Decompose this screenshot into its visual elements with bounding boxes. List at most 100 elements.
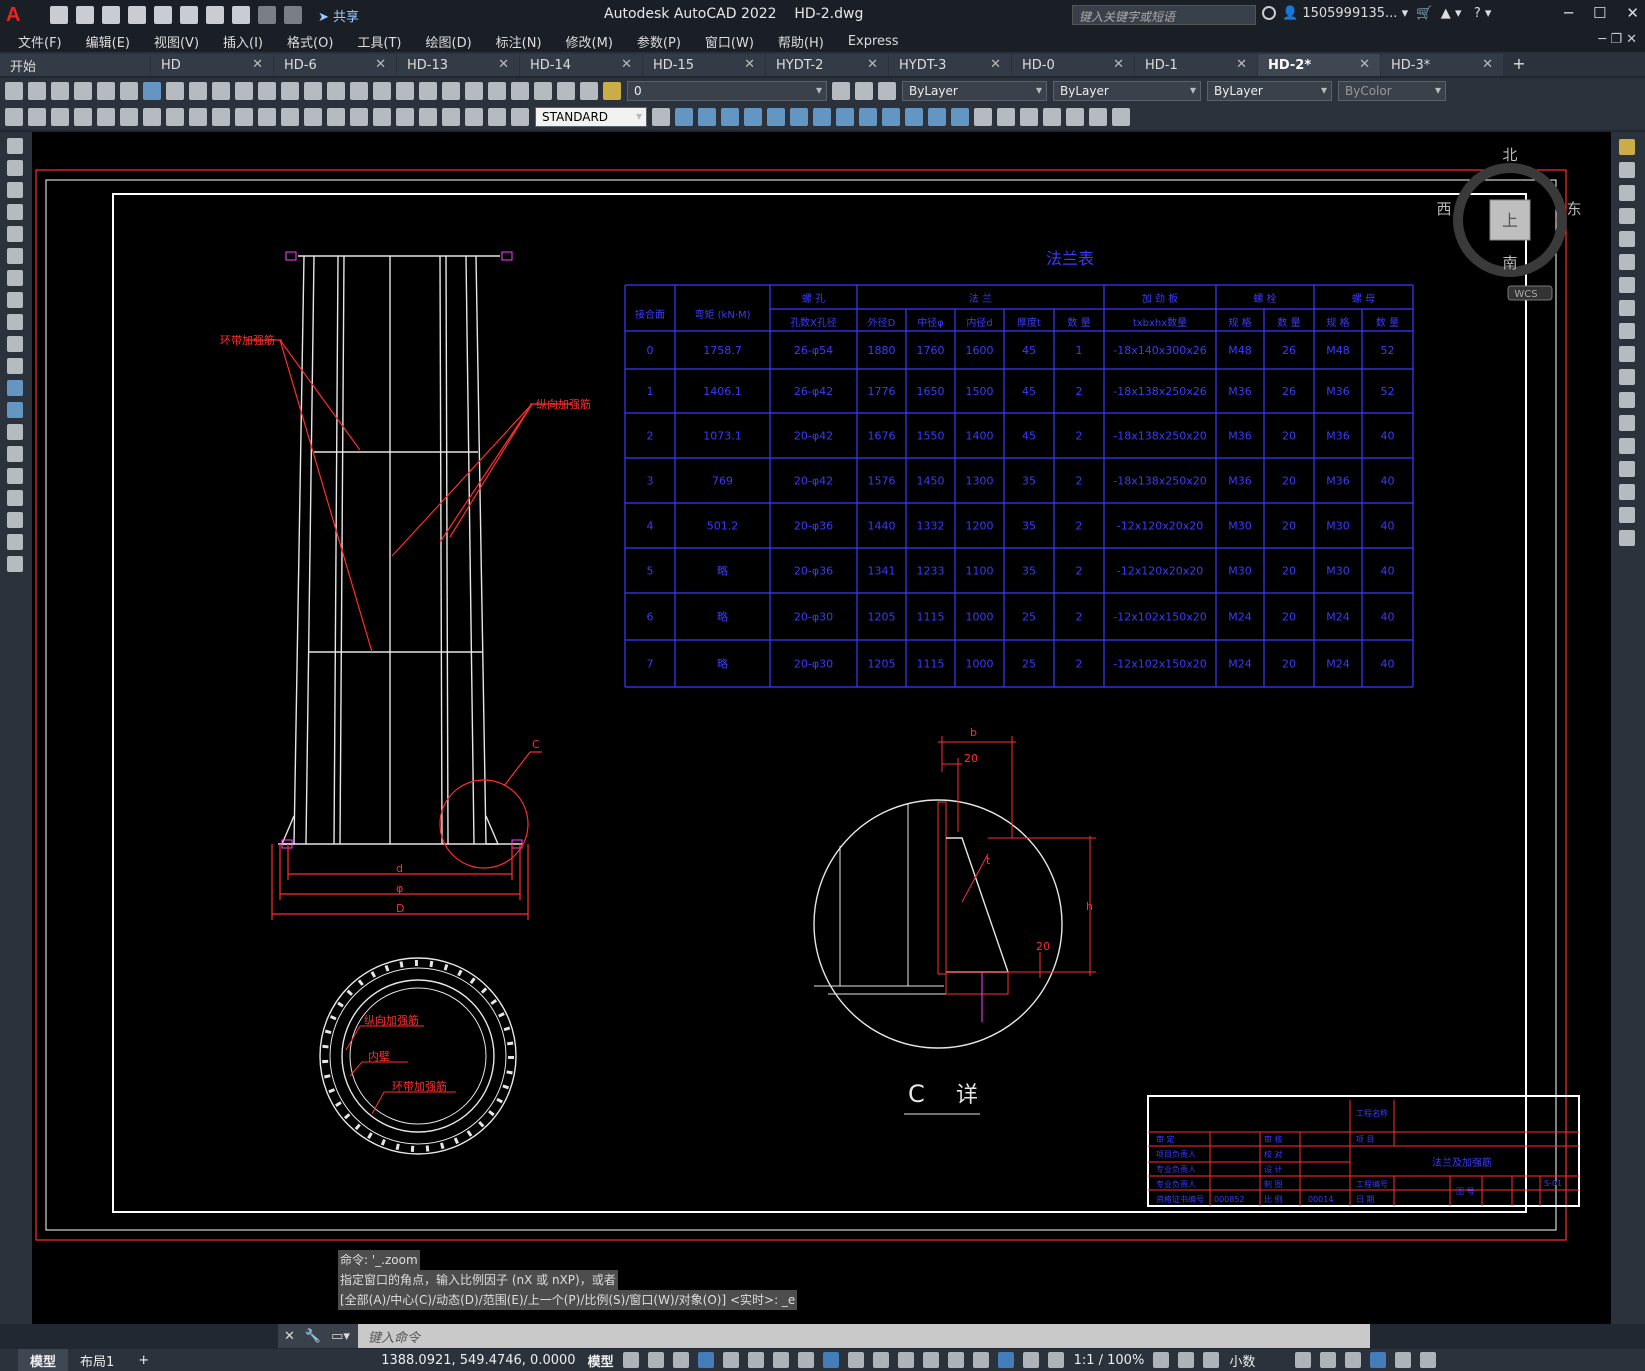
make-current-icon[interactable] xyxy=(832,82,850,100)
slice-icon[interactable] xyxy=(974,108,992,126)
tab-hd-15[interactable]: HD-15 ✕ xyxy=(643,54,765,76)
layer-dropdown[interactable]: 0 xyxy=(627,81,827,101)
zoom-realtime-icon[interactable] xyxy=(350,82,368,100)
publish-icon[interactable] xyxy=(120,82,138,100)
revolve-icon[interactable] xyxy=(836,108,854,126)
close-icon[interactable]: ✕ xyxy=(990,57,1001,72)
dimension-space-icon[interactable] xyxy=(327,108,345,126)
markup-icon[interactable] xyxy=(511,82,529,100)
rotate-icon[interactable] xyxy=(1619,277,1635,293)
union-icon[interactable] xyxy=(905,108,923,126)
customization-icon[interactable] xyxy=(1420,1352,1437,1368)
copy-object-icon[interactable] xyxy=(1619,162,1635,178)
dimension-style-icon[interactable] xyxy=(652,108,670,126)
search-icon[interactable] xyxy=(1262,6,1276,20)
diameter-dimension-icon[interactable] xyxy=(212,108,230,126)
menu-tools[interactable]: 工具(T) xyxy=(357,32,401,51)
3d-cylinder-icon[interactable] xyxy=(767,108,785,126)
menu-dimension[interactable]: 标注(N) xyxy=(496,32,542,51)
dimension-text-edit-icon[interactable] xyxy=(488,108,506,126)
save-as-icon[interactable] xyxy=(128,6,146,24)
break-icon[interactable] xyxy=(1619,415,1635,431)
offset-icon[interactable] xyxy=(1619,208,1635,224)
menu-window[interactable]: 窗口(W) xyxy=(705,32,754,51)
transparency-icon[interactable] xyxy=(872,1352,889,1368)
save-icon[interactable] xyxy=(102,6,120,24)
properties-icon[interactable] xyxy=(419,82,437,100)
tab-hd-14[interactable]: HD-14 ✕ xyxy=(520,54,642,76)
3d-dwf-icon[interactable] xyxy=(143,82,161,100)
gizmo-icon[interactable] xyxy=(997,1352,1014,1368)
quick-select-icon[interactable] xyxy=(5,108,23,126)
erase-icon[interactable] xyxy=(1619,139,1635,155)
loft-icon[interactable] xyxy=(882,108,900,126)
snap-icon[interactable] xyxy=(647,1352,664,1368)
close-icon[interactable]: ✕ xyxy=(1482,57,1493,72)
dimension-edit-icon[interactable] xyxy=(465,108,483,126)
close-icon[interactable]: ✕ xyxy=(1113,57,1124,72)
auto-scale-icon[interactable] xyxy=(1047,1352,1064,1368)
units-dropdown[interactable]: 小数 xyxy=(1229,1351,1255,1370)
new-icon[interactable] xyxy=(50,6,68,24)
close-icon[interactable]: ✕ xyxy=(252,57,263,72)
isometric-icon[interactable] xyxy=(772,1352,789,1368)
scale-icon[interactable] xyxy=(1619,300,1635,316)
plotstyle-dropdown[interactable]: ByColor xyxy=(1338,81,1446,101)
match-properties-icon[interactable] xyxy=(235,82,253,100)
intersect-icon[interactable] xyxy=(951,108,969,126)
3d-wedge-icon[interactable] xyxy=(698,108,716,126)
viewcube-north[interactable]: 北 xyxy=(1502,146,1517,164)
menu-modify[interactable]: 修改(M) xyxy=(566,32,613,51)
inspection-icon[interactable] xyxy=(419,108,437,126)
clean-screen-icon[interactable] xyxy=(1395,1352,1412,1368)
open-icon[interactable] xyxy=(28,82,46,100)
save-icon[interactable] xyxy=(51,82,69,100)
recent-commands-icon[interactable]: ▭▾ xyxy=(331,1329,350,1344)
viewcube-top[interactable]: 上 xyxy=(1502,211,1518,230)
sweep-icon[interactable] xyxy=(859,108,877,126)
polar-icon[interactable] xyxy=(747,1352,764,1368)
minimize-icon[interactable]: ─ xyxy=(1564,4,1573,22)
maximize-icon[interactable]: ☐ xyxy=(1593,4,1606,22)
mirror-icon[interactable] xyxy=(1619,185,1635,201)
make-block-icon[interactable] xyxy=(7,402,23,418)
lineweight-icon[interactable] xyxy=(847,1352,864,1368)
user-account[interactable]: 👤 1505999135... ▾ 🛒 ▲ ▾ ? ▾ xyxy=(1282,6,1491,21)
center-mark-icon[interactable] xyxy=(396,108,414,126)
infer-constraints-icon[interactable] xyxy=(672,1352,689,1368)
save-web-icon[interactable] xyxy=(180,6,198,24)
dynamic-input-icon[interactable] xyxy=(697,1352,714,1368)
selection-filter-icon[interactable] xyxy=(972,1352,989,1368)
arc-length-icon[interactable] xyxy=(120,108,138,126)
plot-icon[interactable] xyxy=(206,6,224,24)
group-icon[interactable] xyxy=(51,108,69,126)
ordinate-dimension-icon[interactable] xyxy=(143,108,161,126)
lightbulb-icon[interactable] xyxy=(603,82,621,100)
tab-hydt-2[interactable]: HYDT-2 ✕ xyxy=(766,54,888,76)
menu-view[interactable]: 视图(V) xyxy=(154,32,199,51)
close-icon[interactable]: ✕ xyxy=(375,57,386,72)
hatch-icon[interactable] xyxy=(7,446,23,462)
quick-dimension-icon[interactable] xyxy=(258,108,276,126)
annotation-scale[interactable]: 1:1 / 100% xyxy=(1074,1353,1145,1368)
workspace-gear-icon[interactable] xyxy=(1153,1352,1170,1368)
close-icon[interactable]: ✕ xyxy=(498,57,509,72)
annotation-visibility-icon[interactable] xyxy=(1022,1352,1039,1368)
add-selected-icon[interactable] xyxy=(7,556,23,572)
selection-cycling-icon[interactable] xyxy=(897,1352,914,1368)
calculator-icon[interactable] xyxy=(534,82,552,100)
cut-icon[interactable] xyxy=(166,82,184,100)
extrude-icon[interactable] xyxy=(813,108,831,126)
coordinates-readout[interactable]: 1388.0921, 549.4746, 0.0000 xyxy=(381,1353,575,1368)
menu-format[interactable]: 格式(O) xyxy=(287,32,333,51)
layer-previous-icon[interactable] xyxy=(855,82,873,100)
ortho-icon[interactable] xyxy=(722,1352,739,1368)
subtract-icon[interactable] xyxy=(928,108,946,126)
tab-start[interactable]: 开始 xyxy=(0,54,150,76)
copy-icon[interactable] xyxy=(189,82,207,100)
units-icon[interactable] xyxy=(1203,1352,1220,1368)
tab-hd-0[interactable]: HD-0 ✕ xyxy=(1012,54,1134,76)
insert-block-icon[interactable] xyxy=(7,380,23,396)
break-at-point-icon[interactable] xyxy=(1619,392,1635,408)
multiline-text-icon[interactable] xyxy=(7,534,23,550)
